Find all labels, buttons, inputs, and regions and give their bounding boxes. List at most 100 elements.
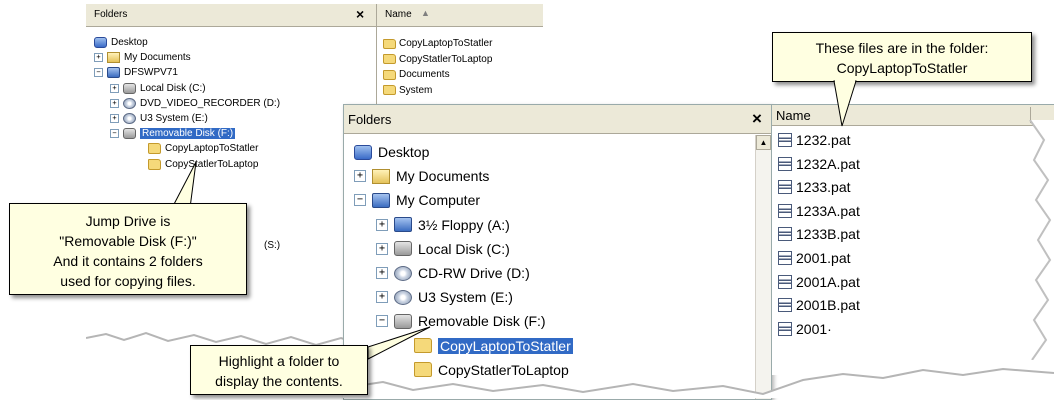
- back-tree-item-row[interactable]: − Removable Disk (F:): [110, 126, 236, 141]
- file-item-label: 1232A.pat: [796, 155, 860, 172]
- back-file-item[interactable]: Documents: [383, 69, 450, 80]
- collapse-icon[interactable]: −: [110, 129, 119, 139]
- front-close-button[interactable]: ×: [752, 109, 762, 129]
- expand-icon[interactable]: +: [376, 267, 388, 280]
- back-tree-item-row[interactable]: + My Documents: [94, 50, 191, 65]
- pat-file-icon: [778, 203, 792, 218]
- back-tree-item-label: U3 System (E:): [140, 113, 208, 125]
- back-file-item[interactable]: CopyStatlerToLaptop: [383, 54, 492, 65]
- front-window-torn-edge: [343, 367, 1054, 398]
- front-tree-item-row[interactable]: + My Documents: [354, 164, 489, 188]
- file-item[interactable]: 1233B.pat: [778, 226, 860, 242]
- files-in-folder-callout: These files are in the folder: CopyLapto…: [772, 32, 1032, 82]
- pat-file-icon: [778, 251, 792, 265]
- front-tree-item-row[interactable]: + CD-RW Drive (D:): [376, 261, 530, 285]
- expand-icon[interactable]: +: [376, 218, 388, 231]
- pat-file-icon: [778, 298, 792, 313]
- back-tree-item-row[interactable]: + Local Disk (C:): [110, 81, 206, 96]
- pat-file-icon: [778, 227, 792, 242]
- desktop-icon: [354, 144, 372, 160]
- front-tree-item-label: Removable Disk (F:): [418, 313, 546, 330]
- back-tree-item-row[interactable]: CopyLaptopToStatler: [148, 141, 258, 156]
- highlight-callout-pointer: [367, 326, 431, 360]
- back-tree-item-label: Removable Disk (F:): [140, 128, 236, 140]
- computer-icon: [372, 192, 390, 208]
- file-item-label: 1233.pat: [796, 179, 851, 196]
- front-tree-item-row[interactable]: +3½ Floppy (A:): [376, 213, 510, 237]
- back-tree-item-label: Desktop: [111, 37, 148, 49]
- pat-file-icon: [778, 156, 792, 171]
- front-tree-item-row[interactable]: + U3 System (E:): [376, 285, 513, 309]
- front-tree-item-label: CD-RW Drive (D:): [418, 265, 530, 282]
- back-tree-item-row[interactable]: + DVD_VIDEO_RECORDER (D:): [110, 96, 280, 111]
- back-tree-item-label: Local Disk (C:): [140, 82, 206, 94]
- expand-icon[interactable]: +: [94, 53, 103, 63]
- highlight-callout-line-2: display the contents.: [215, 373, 343, 389]
- expand-icon[interactable]: +: [376, 242, 388, 255]
- front-folders-title: Folders: [348, 112, 392, 127]
- file-pane-torn-right-edge: [1029, 120, 1054, 360]
- folder-icon: [383, 85, 396, 95]
- cd-icon: [123, 113, 136, 125]
- back-file-item-label: Documents: [399, 69, 450, 80]
- back-tree-item-label: DFSWPV71: [124, 67, 178, 79]
- expand-icon[interactable]: +: [354, 170, 366, 183]
- dvd-icon: [123, 97, 136, 109]
- files-in-folder-callout-line-2: CopyLaptopToStatler: [836, 60, 968, 76]
- front-tree-item-label: Desktop: [378, 144, 430, 161]
- back-folders-title: Folders: [94, 9, 128, 20]
- file-item-label: 2001·: [796, 320, 832, 337]
- expand-icon[interactable]: +: [110, 83, 119, 93]
- front-folders-header: Folders: [344, 105, 771, 134]
- back-file-item[interactable]: System: [383, 85, 432, 96]
- file-item[interactable]: 1232A.pat: [778, 156, 860, 172]
- file-item-label: 1233B.pat: [796, 226, 860, 243]
- file-item[interactable]: 2001.pat: [778, 250, 851, 266]
- expand-icon[interactable]: +: [110, 98, 119, 108]
- file-item[interactable]: 2001B.pat: [778, 297, 860, 313]
- front-tree-item-label: 3½ Floppy (A:): [418, 216, 510, 233]
- front-tree-item-label: Local Disk (C:): [418, 240, 510, 257]
- back-file-item-label: System: [399, 84, 433, 96]
- file-item[interactable]: 2001A.pat: [778, 274, 860, 290]
- back-file-item[interactable]: CopyLaptopToStatler: [383, 38, 492, 49]
- back-name-header-label: Name: [385, 9, 412, 20]
- sort-ascending-icon: ▲: [421, 8, 430, 18]
- my-documents-icon: [107, 52, 120, 64]
- jump-drive-callout-line-4: used for copying files.: [60, 273, 196, 289]
- back-tree-item-row[interactable]: Desktop: [94, 35, 148, 50]
- file-item[interactable]: 1233A.pat: [778, 203, 860, 219]
- front-tree-item-label: My Computer: [396, 192, 481, 209]
- jump-drive-callout-line-3: And it contains 2 folders: [53, 253, 203, 269]
- collapse-icon[interactable]: −: [354, 194, 366, 207]
- front-tree-item-row[interactable]: + Local Disk (C:): [376, 237, 510, 261]
- pat-file-icon: [778, 133, 792, 147]
- back-tree-item-label: CopyLaptopToStatler: [165, 143, 259, 155]
- back-tree-item-row[interactable]: − DFSWPV71: [94, 65, 178, 80]
- expand-icon[interactable]: +: [110, 114, 119, 124]
- pat-file-icon: [778, 274, 792, 289]
- file-item-label: 1233A.pat: [796, 202, 860, 219]
- folder-icon: [383, 69, 396, 80]
- expand-icon[interactable]: +: [376, 291, 388, 304]
- file-item-label: 2001.pat: [796, 250, 851, 266]
- file-item[interactable]: 1233.pat: [778, 179, 851, 195]
- front-tree-item-row[interactable]: Desktop: [354, 140, 429, 164]
- collapse-icon[interactable]: −: [94, 68, 103, 78]
- back-folders-header: Folders: [86, 4, 376, 27]
- files-in-folder-callout-line-1: These files are in the folder:: [815, 40, 989, 56]
- cd-drive-icon: [394, 265, 412, 281]
- file-item[interactable]: 2001·: [778, 321, 832, 337]
- back-close-button[interactable]: ×: [356, 6, 364, 22]
- back-tree-item-label: My Documents: [124, 52, 191, 64]
- file-item-label: 2001B.pat: [796, 297, 860, 314]
- back-tree-item-row[interactable]: + U3 System (E:): [110, 111, 208, 126]
- file-item[interactable]: 1232.pat: [778, 132, 851, 148]
- front-tree-item-row[interactable]: − My Computer: [354, 188, 480, 212]
- highlight-callout-line-1: Highlight a folder to: [218, 353, 340, 369]
- jump-drive-callout-line-2: "Removable Disk (F:)": [59, 233, 197, 249]
- back-name-column-header[interactable]: Name ▲: [377, 4, 543, 27]
- front-tree-item-label: U3 System (E:): [418, 289, 513, 306]
- scroll-up-button[interactable]: ▲: [756, 135, 771, 150]
- folder-icon: [383, 38, 396, 49]
